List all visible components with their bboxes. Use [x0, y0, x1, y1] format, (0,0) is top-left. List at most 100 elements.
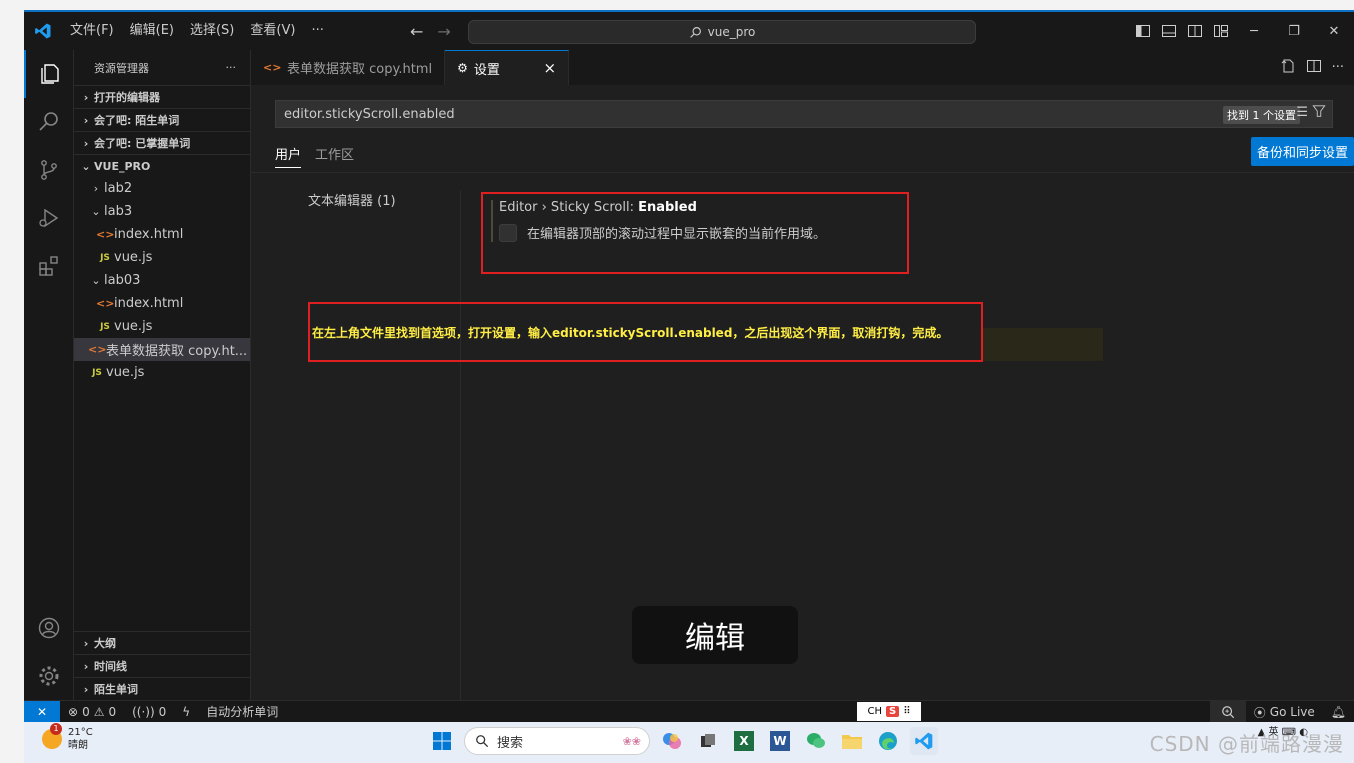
js-file-icon: JS [92, 367, 102, 378]
ime-indicator[interactable]: CH S ⠿ [857, 702, 921, 721]
command-center[interactable]: vue_pro [468, 20, 976, 44]
run-debug-icon[interactable] [24, 194, 73, 242]
minimize-button[interactable]: ─ [1234, 24, 1274, 39]
restore-button[interactable]: ❐ [1274, 24, 1314, 39]
explorer-icon[interactable] [24, 50, 73, 98]
go-live-label: Go Live [1269, 705, 1315, 719]
menu-selection[interactable]: 选择(S) [182, 12, 242, 50]
section-label: 时间线 [94, 660, 127, 673]
error-icon: ⊗ [68, 704, 79, 719]
menu-view[interactable]: 查看(V) [242, 12, 303, 50]
settings-search-input[interactable]: editor.stickyScroll.enabled 找到 1 个设置 ☰ [275, 100, 1333, 128]
weather-widget[interactable]: 1 21°C 晴朗 [42, 723, 93, 752]
section-project[interactable]: ⌄ VUE_PRO [74, 154, 250, 177]
edge-browser-icon[interactable] [874, 727, 902, 755]
chevron-right-icon: › [83, 113, 89, 127]
sidebar-more-button[interactable]: ··· [226, 61, 237, 74]
found-count-badge: 找到 1 个设置 [1223, 106, 1300, 124]
section-known-words[interactable]: › 会了吧: 已掌握单词 [74, 131, 250, 154]
zoom-icon[interactable] [1209, 701, 1246, 723]
tab-close-button[interactable]: × [544, 59, 557, 77]
lightning-icon[interactable]: ϟ [174, 705, 198, 719]
chevron-down-icon: ⌄ [91, 205, 101, 218]
manage-gear-icon[interactable] [24, 652, 74, 700]
tab-user[interactable]: 用户 [275, 144, 302, 168]
section-label: 打开的编辑器 [94, 91, 160, 104]
toggle-panel-icon[interactable] [1156, 23, 1182, 39]
clear-filter-icon[interactable]: ☰ [1296, 105, 1308, 120]
tree-file-form-copy-html[interactable]: <> 表单数据获取 copy.ht... [74, 338, 250, 361]
tree-folder-lab03[interactable]: ⌄ lab03 [74, 269, 250, 292]
section-open-editors[interactable]: › 打开的编辑器 [74, 85, 250, 108]
chevron-down-icon: ⌄ [91, 274, 101, 287]
tree-file-lab03-index-html[interactable]: <> index.html [74, 292, 250, 315]
menu-edit[interactable]: 编辑(E) [122, 12, 182, 50]
section-outline[interactable]: › 大纲 [74, 631, 251, 654]
ports-count: 0 [158, 704, 167, 719]
ports-status[interactable]: ((·)) 0 [124, 705, 174, 719]
chevron-right-icon: › [83, 136, 89, 150]
tree-file-lab3-vue-js[interactable]: JS vue.js [74, 246, 250, 269]
task-view-icon[interactable] [694, 727, 722, 755]
search-view-icon[interactable] [24, 98, 73, 146]
windows-start-icon[interactable] [428, 727, 456, 755]
tree-folder-lab3[interactable]: ⌄ lab3 [74, 200, 250, 223]
close-window-button[interactable]: ✕ [1314, 24, 1354, 39]
back-arrow-icon[interactable]: ← [410, 22, 423, 41]
taskbar-search[interactable]: 搜索 ❀❀ [464, 727, 650, 755]
tree-label: index.html [114, 296, 184, 311]
file-explorer-icon[interactable] [838, 727, 866, 755]
section-label: 会了吧: 已掌握单词 [94, 137, 191, 150]
tab-form-copy-html[interactable]: <> 表单数据获取 copy.html [251, 50, 446, 85]
more-actions-icon[interactable]: ··· [1332, 60, 1344, 75]
menu-more[interactable]: ··· [303, 12, 331, 50]
taskbar-search-label: 搜索 [497, 735, 524, 751]
auto-analyze-words-status[interactable]: 自动分析单词 [198, 703, 286, 720]
tree-file-root-vue-js[interactable]: JS vue.js [74, 361, 250, 384]
section-timeline[interactable]: › 时间线 [74, 654, 251, 677]
tab-workspace[interactable]: 工作区 [315, 144, 354, 168]
setting-category: Editor › Sticky Scroll: [499, 200, 639, 215]
toggle-secondary-sidebar-icon[interactable] [1182, 23, 1208, 39]
weather-text: 晴朗 [68, 740, 88, 751]
go-live-button[interactable]: ⦿ Go Live [1246, 704, 1323, 721]
settings-sliders-icon: ⚙ [457, 61, 468, 75]
toc-text-editor[interactable]: 文本编辑器 (1) [308, 190, 396, 209]
section-unknown-words-bottom[interactable]: › 陌生单词 [74, 677, 251, 700]
warning-icon: ⚠ [93, 704, 105, 719]
weather-badge: 1 [50, 723, 62, 735]
forward-arrow-icon[interactable]: → [437, 22, 450, 41]
sticky-scroll-checkbox[interactable] [499, 223, 517, 242]
remote-icon[interactable]: ✕ [24, 700, 60, 723]
notifications-bell-icon[interactable]: 🔔︎ [1323, 705, 1354, 719]
accounts-icon[interactable] [24, 604, 74, 652]
excel-icon[interactable]: X [730, 727, 758, 755]
menu-file[interactable]: 文件(F) [62, 12, 122, 50]
customize-layout-icon[interactable] [1208, 23, 1234, 39]
tree-file-lab03-vue-js[interactable]: JS vue.js [74, 315, 250, 338]
extensions-icon[interactable] [24, 242, 73, 290]
title-bar: 文件(F) 编辑(E) 选择(S) 查看(V) ··· ← → vue_pro … [24, 12, 1354, 50]
section-unknown-words[interactable]: › 会了吧: 陌生单词 [74, 108, 250, 131]
backup-sync-button[interactable]: 备份和同步设置 [1250, 137, 1354, 166]
toggle-primary-sidebar-icon[interactable] [1130, 23, 1156, 39]
split-editor-icon[interactable] [1306, 58, 1322, 78]
tree-file-lab3-index-html[interactable]: <> index.html [74, 223, 250, 246]
vscode-taskbar-icon[interactable] [910, 727, 938, 755]
open-settings-json-icon[interactable] [1280, 58, 1296, 78]
source-control-icon[interactable] [24, 146, 73, 194]
chevron-right-icon: › [83, 636, 89, 650]
section-label: 陌生单词 [94, 683, 138, 696]
filter-icon[interactable] [1312, 104, 1326, 122]
search-highlight-icon: ❀❀ [622, 734, 641, 748]
chevron-down-icon: ⌄ [81, 159, 91, 173]
tree-label: index.html [114, 227, 184, 242]
problems-status[interactable]: ⊗ 0 ⚠ 0 [60, 705, 124, 719]
tab-settings[interactable]: ⚙ 设置 × [445, 50, 570, 85]
word-icon[interactable]: W [766, 727, 794, 755]
copilot-icon[interactable] [658, 727, 686, 755]
tree-folder-lab2[interactable]: › lab2 [74, 177, 250, 200]
section-label: 大纲 [94, 637, 116, 650]
chevron-right-icon: › [83, 90, 89, 104]
wechat-icon[interactable] [802, 727, 830, 755]
